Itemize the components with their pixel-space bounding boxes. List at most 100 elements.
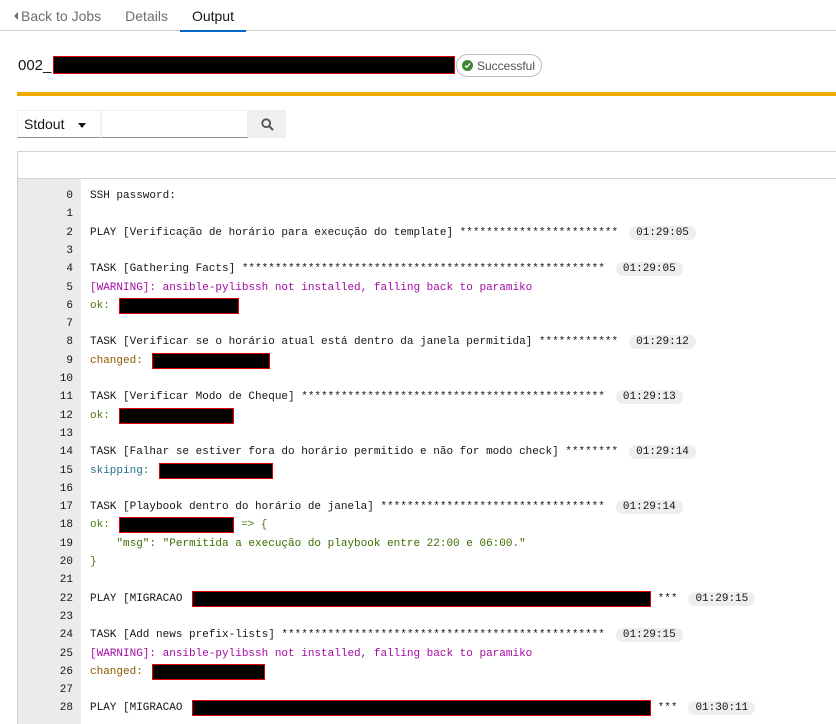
output-line: 28 PLAY [MIGRACAO *** 01:30:11 — [18, 699, 836, 717]
line-text: TASK [Verificar Modo de Cheque] ********… — [90, 388, 605, 406]
caret-down-icon — [78, 123, 86, 128]
output-line: 22 PLAY [MIGRACAO *** 01:29:15 — [18, 590, 836, 608]
redacted-host — [159, 462, 274, 479]
timestamp-badge: 01:29:05 — [629, 225, 696, 240]
line-number: 23 — [59, 610, 73, 623]
line-text: ok: — [90, 297, 240, 315]
line-segment: [WARNING]: ansible-pylibssh not installe… — [90, 281, 533, 294]
tab-output[interactable]: Output — [179, 0, 247, 32]
tab-output-label: Output — [191, 7, 234, 24]
line-text: ok: => { — [90, 516, 267, 534]
redacted-host — [119, 407, 235, 424]
timestamp-badge: 01:29:15 — [688, 591, 756, 606]
search-input[interactable] — [101, 110, 248, 138]
tab-details[interactable]: Details — [113, 0, 180, 31]
timestamp-badge: 01:29:15 — [615, 628, 683, 643]
output-line: 15 skipping: — [18, 462, 836, 480]
output-line: 1 — [18, 205, 836, 223]
tab-details-label: Details — [125, 7, 168, 24]
line-number: 5 — [66, 281, 73, 294]
line-segment: TASK [Verificar Modo de Cheque] ********… — [90, 391, 605, 404]
output-line: 0 SSH password: — [18, 187, 836, 205]
line-segment: SSH password: — [90, 190, 176, 202]
output-line: 25 [WARNING]: ansible-pylibssh not instal… — [18, 645, 836, 663]
redacted-host — [119, 297, 240, 314]
line-text: TASK [Playbook dentro do horário de jane… — [90, 498, 605, 516]
line-text: TASK [Add news prefix-lists] ***********… — [90, 626, 605, 644]
line-number: 15 — [59, 464, 73, 477]
line-number: 21 — [59, 574, 73, 587]
line-text: skipping: — [90, 462, 274, 480]
line-segment: [WARNING]: ansible-pylibssh not installe… — [90, 647, 533, 660]
line-number: 19 — [59, 537, 73, 550]
output-line: 9 changed: — [18, 352, 836, 370]
line-number: 17 — [59, 501, 73, 514]
output-line: 23 — [18, 608, 836, 626]
line-segment: TASK [Verificar se o horário atual está … — [90, 336, 619, 349]
output-line: 18 ok: => { — [18, 516, 836, 534]
line-text: "msg": "Permitida a execução do playbook… — [90, 535, 526, 553]
line-number: 14 — [59, 446, 73, 459]
line-number: 6 — [66, 299, 73, 312]
page-title: 002_ — [18, 53, 456, 77]
line-number: 11 — [59, 391, 73, 404]
back-to-jobs-link[interactable]: Back to Jobs — [0, 0, 113, 31]
line-segment: PLAY [MIGRACAO — [90, 592, 190, 605]
output-line: 3 — [18, 242, 836, 260]
search-button[interactable] — [248, 110, 286, 138]
caret-left-icon — [14, 11, 18, 20]
line-text: SSH password: — [90, 187, 176, 205]
output-filter-select[interactable]: Stdout — [17, 110, 101, 138]
output-line: 5 [WARNING]: ansible-pylibssh not install… — [18, 279, 836, 297]
output-header-bar — [17, 151, 836, 179]
line-text: PLAY [MIGRACAO *** — [90, 699, 677, 717]
line-text: changed: — [90, 663, 266, 681]
line-text: ok: — [90, 407, 235, 425]
line-number: 13 — [59, 427, 73, 440]
line-segment: PLAY [Verificação de horário para execuç… — [90, 226, 619, 239]
line-number: 1 — [66, 208, 73, 221]
line-text: TASK [Gathering Facts] *****************… — [90, 260, 605, 278]
line-number: 20 — [59, 556, 73, 568]
line-number: 26 — [59, 665, 73, 678]
line-number: 16 — [59, 482, 73, 495]
line-text: } — [90, 553, 97, 571]
redacted-host — [119, 517, 235, 534]
output-line: 27 — [18, 681, 836, 699]
output-line: 12 ok: — [18, 407, 836, 425]
output-line: 19 "msg": "Permitida a execução do playb… — [18, 535, 836, 553]
line-segment: changed: — [90, 665, 150, 678]
line-segment: *** — [651, 592, 678, 605]
redacted-host — [152, 352, 271, 369]
line-text: PLAY [MIGRACAO *** — [90, 590, 677, 608]
timestamp-badge: 01:29:05 — [615, 262, 683, 277]
line-segment: changed: — [90, 354, 150, 367]
line-number: 10 — [59, 373, 73, 385]
line-segment: TASK [Gathering Facts] *****************… — [90, 263, 605, 276]
line-segment: } — [90, 556, 97, 568]
line-number: 8 — [66, 336, 73, 349]
line-number: 24 — [59, 629, 73, 642]
line-text: PLAY [Verificação de horário para execuç… — [90, 224, 618, 242]
timestamp-badge: 01:29:12 — [629, 335, 696, 350]
line-number: 12 — [59, 409, 73, 422]
line-segment: TASK [Falhar se estiver fora do horário … — [90, 446, 619, 459]
job-output[interactable]: 0 SSH password: 1 2 PLAY [Verificação de hor… — [17, 179, 836, 724]
line-text: changed: — [90, 352, 271, 370]
line-segment: "msg": "Permitida a execução do playbook… — [90, 537, 526, 550]
timestamp-badge: 01:29:13 — [615, 390, 683, 405]
line-segment: ok: — [90, 409, 117, 422]
redacted-job-name — [53, 56, 456, 74]
line-segment: PLAY [MIGRACAO — [90, 702, 190, 715]
search-icon — [260, 117, 274, 131]
line-number: 2 — [66, 226, 73, 239]
status-badge-label: Successful — [477, 58, 536, 73]
line-segment: *** — [651, 702, 678, 715]
line-number: 4 — [66, 263, 73, 276]
redacted-host — [192, 590, 652, 607]
output-line: 20} — [18, 553, 836, 571]
output-line: 8 TASK [Verificar se o horário atual está… — [18, 333, 836, 351]
timestamp-badge: 01:29:14 — [629, 445, 696, 460]
output-line: 7 — [18, 315, 836, 333]
line-segment: => { — [234, 519, 268, 532]
